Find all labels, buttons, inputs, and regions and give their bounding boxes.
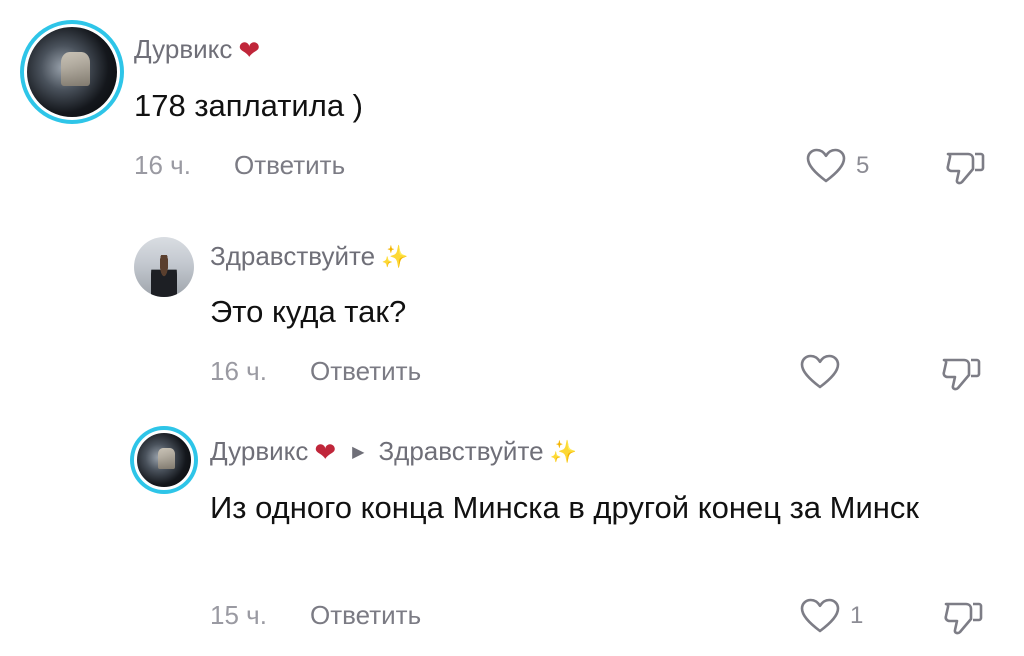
reply-button[interactable]: Ответить — [310, 600, 421, 631]
avatar[interactable] — [130, 426, 198, 494]
avatar[interactable] — [134, 237, 194, 297]
anatomical-heart-emoji-icon: ❤ — [314, 436, 337, 467]
triangle-right-icon: ▶ — [352, 443, 365, 461]
like-count: 5 — [856, 152, 870, 179]
heart-outline-icon — [806, 148, 846, 183]
comment-timestamp: 16 ч. — [210, 356, 267, 386]
dislike-button[interactable] — [940, 352, 982, 394]
comment-username[interactable]: Здравствуйте ✨ — [210, 241, 408, 272]
avatar-image — [150, 255, 178, 297]
comment-timestamp: 15 ч. — [210, 600, 267, 630]
avatar[interactable] — [20, 20, 124, 124]
like-button[interactable] — [800, 354, 850, 390]
comment-text: Из одного конца Минска в другой конец за… — [210, 490, 919, 525]
username-text: Здравствуйте — [210, 241, 376, 271]
sparkles-emoji-icon: ✨ — [381, 243, 409, 269]
username-text: Дурвикс — [210, 436, 309, 466]
comment-username[interactable]: Дурвикс ❤ ▶ Здравствуйте ✨ — [210, 436, 577, 467]
thumbs-down-icon — [942, 358, 981, 391]
like-count: 1 — [850, 602, 864, 629]
comment-3: Дурвикс ❤ ▶ Здравствуйте ✨ Из одного кон… — [0, 410, 1024, 656]
reply-button[interactable]: Ответить — [310, 356, 421, 387]
username-text: Дурвикс — [134, 34, 233, 64]
avatar-image — [24, 24, 120, 120]
heart-outline-icon — [800, 598, 840, 633]
like-button[interactable]: 1 — [800, 598, 863, 634]
comment-text: 178 заплатила ) — [134, 88, 364, 123]
dislike-button[interactable] — [942, 596, 984, 638]
like-button[interactable]: 5 — [806, 148, 869, 184]
reply-to-username[interactable]: Здравствуйте — [378, 436, 543, 467]
thumbs-down-icon — [944, 602, 983, 635]
comment-1: Дурвикс ❤ 178 заплатила ) 16 ч. Ответить… — [0, 0, 1024, 200]
sparkles-emoji-icon: ✨ — [549, 438, 577, 464]
comment-username[interactable]: Дурвикс ❤ — [134, 34, 260, 65]
heart-outline-icon — [800, 354, 840, 389]
comment-timestamp: 16 ч. — [134, 150, 191, 180]
comment-text: Это куда так? — [210, 294, 407, 329]
dislike-button[interactable] — [944, 146, 986, 188]
reply-button[interactable]: Ответить — [234, 150, 345, 181]
comment-2: Здравствуйте ✨ Это куда так? 16 ч. Ответ… — [0, 210, 1024, 410]
comment-meta: 16 ч. Ответить — [134, 150, 345, 181]
anatomical-heart-emoji-icon: ❤ — [238, 34, 261, 65]
comment-meta: 15 ч. Ответить — [210, 600, 421, 631]
thumbs-down-icon — [946, 152, 985, 185]
avatar-image — [134, 430, 194, 490]
comment-meta: 16 ч. Ответить — [210, 356, 421, 387]
